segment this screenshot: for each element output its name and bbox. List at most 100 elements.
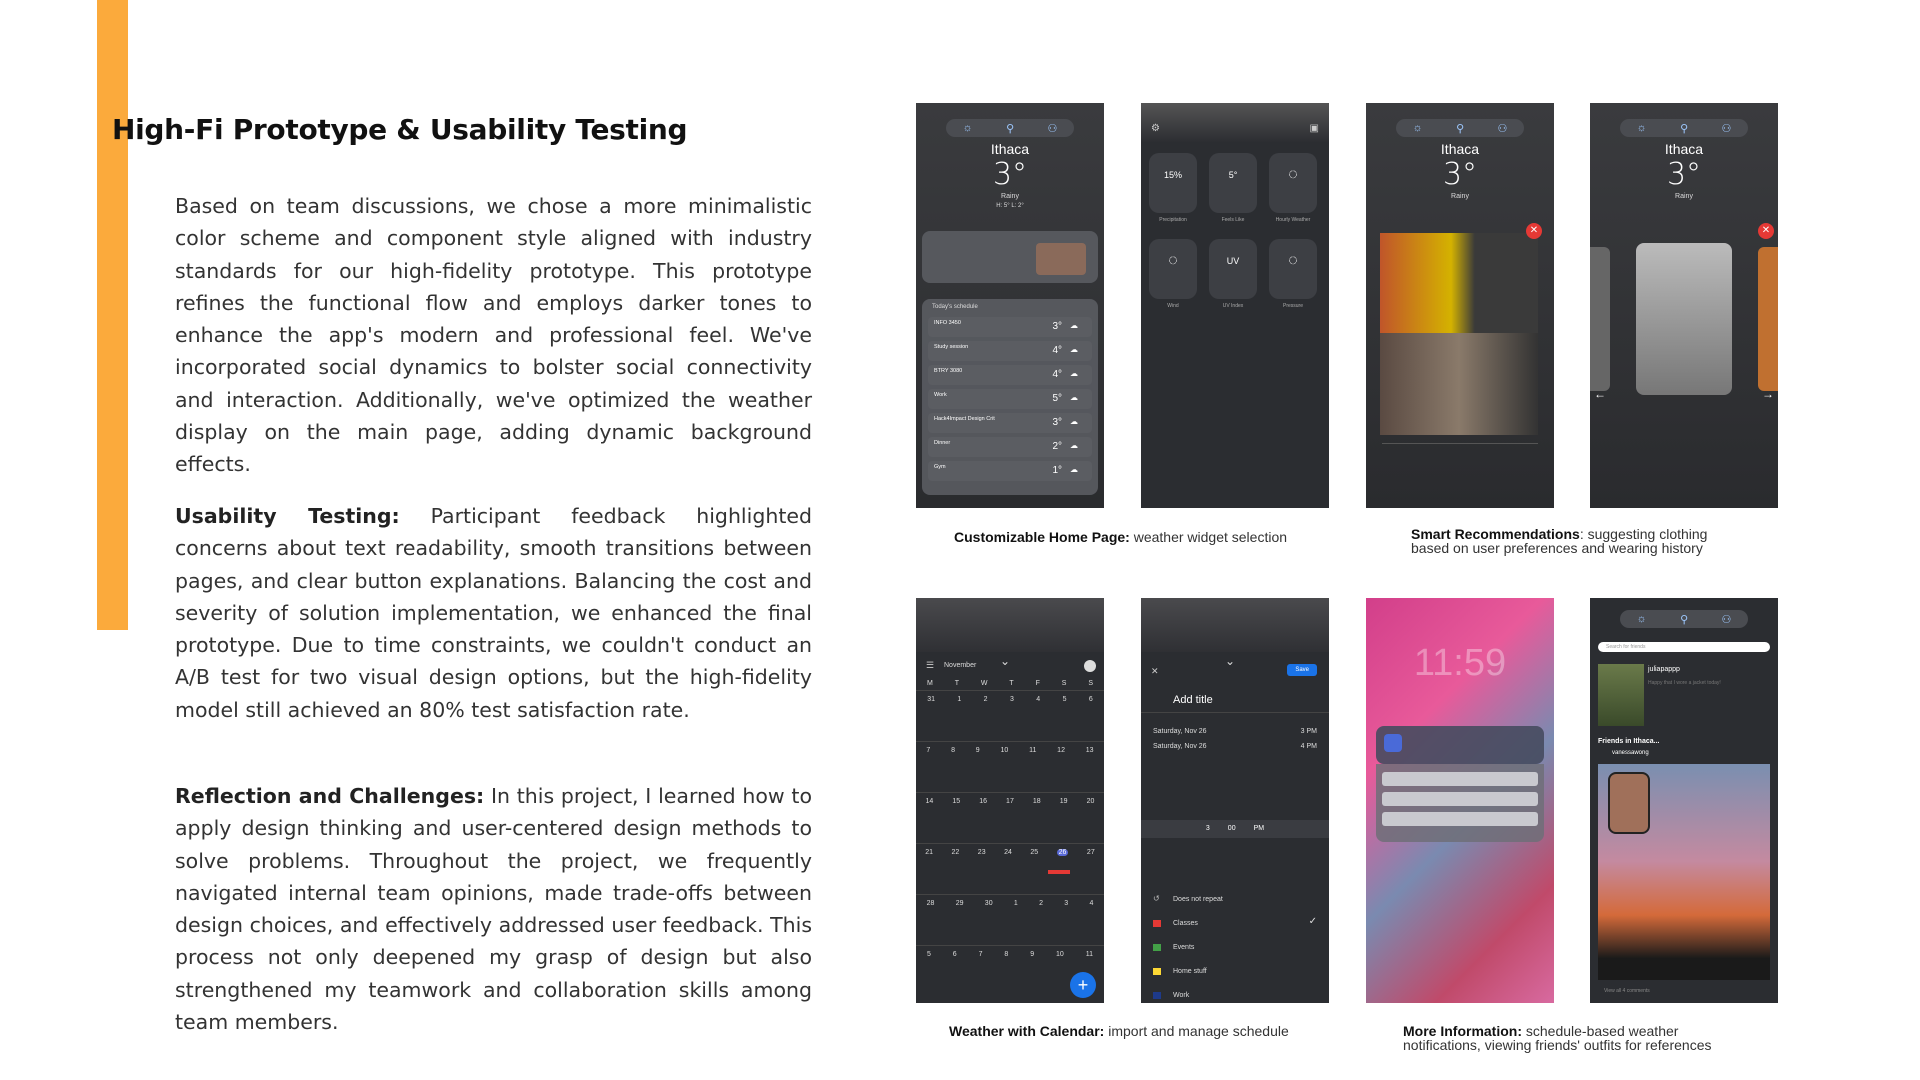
friend-post-photo[interactable]	[1598, 664, 1644, 726]
schedule-row[interactable]: Hack4Impact Design Crit 3° ☁	[928, 413, 1092, 433]
event-time[interactable]: 4 PM	[1301, 743, 1317, 750]
calendar-day[interactable]: 25	[1030, 849, 1038, 856]
calendar-day[interactable]: 19	[1060, 798, 1068, 805]
save-button[interactable]: Save	[1287, 664, 1317, 676]
chevron-down-icon[interactable]: ⌄	[1225, 654, 1235, 668]
widget-tile-label: Hourly Weather	[1275, 217, 1311, 223]
calendar-day[interactable]: 5	[1063, 696, 1067, 703]
calendar-day[interactable]: 11	[1086, 951, 1093, 958]
calendar-day[interactable]: 15	[952, 798, 960, 805]
friend-search-input[interactable]: Search for friends	[1598, 642, 1770, 652]
schedule-row[interactable]: Dinner 2° ☁	[928, 437, 1092, 457]
event-option[interactable]: Home stuff	[1173, 968, 1207, 975]
menu-icon[interactable]: ☰	[926, 660, 934, 671]
widget-tile[interactable]: UV	[1209, 239, 1257, 299]
calendar-day[interactable]: 21	[925, 849, 933, 856]
schedule-notification[interactable]	[1376, 764, 1544, 842]
arrow-right-icon[interactable]: →	[1762, 387, 1774, 401]
calendar-day[interactable]: 30	[985, 900, 993, 907]
event-option[interactable]: Work	[1173, 992, 1189, 999]
calendar-day[interactable]: 9	[1030, 951, 1034, 958]
avatar[interactable]	[1084, 660, 1096, 672]
calendar-day[interactable]: 5	[927, 951, 931, 958]
view-comments-link[interactable]: View all 4 comments	[1604, 988, 1650, 994]
calendar-day[interactable]: 6	[1089, 696, 1093, 703]
calendar-day[interactable]: 13	[1086, 747, 1094, 754]
calendar-day[interactable]: 24	[1004, 849, 1012, 856]
calendar-day[interactable]: 9	[976, 747, 980, 754]
widget-tile[interactable]: 5°	[1209, 153, 1257, 213]
schedule-row[interactable]: BTRY 3080 4° ☁	[928, 365, 1092, 385]
gear-icon[interactable]: ⚙	[1151, 123, 1160, 134]
close-icon[interactable]: ✕	[1151, 666, 1159, 677]
schedule-row[interactable]: Gym 1° ☁	[928, 461, 1092, 481]
event-time[interactable]: 3 PM	[1301, 728, 1317, 735]
event-option[interactable]: Events	[1173, 944, 1194, 951]
friend-username-2[interactable]: vanessawong	[1612, 750, 1649, 756]
calendar-day[interactable]: 8	[951, 747, 955, 754]
calendar-day[interactable]: 18	[1033, 798, 1041, 805]
calendar-day[interactable]: 20	[1087, 798, 1095, 805]
calendar-day[interactable]: 11	[1029, 747, 1036, 754]
calendar-day[interactable]: 31	[927, 696, 935, 703]
event-title-input[interactable]: Add title	[1173, 694, 1213, 706]
calendar-day[interactable]: 12	[1057, 747, 1065, 754]
calendar-day[interactable]: 4	[1089, 900, 1093, 907]
calendar-day[interactable]: 17	[1006, 798, 1014, 805]
calendar-day[interactable]: 16	[979, 798, 987, 805]
time-picker[interactable]: 3 00 PM	[1141, 820, 1329, 838]
chevron-down-icon[interactable]: ⌄	[1000, 654, 1010, 668]
calendar-day[interactable]: 10	[1056, 951, 1064, 958]
calendar-day[interactable]: 10	[1001, 747, 1009, 754]
friend-username[interactable]: juliapappp	[1648, 666, 1680, 673]
calendar-day[interactable]: 7	[926, 747, 930, 754]
temperature: 3°	[992, 157, 1028, 192]
schedule-row[interactable]: Work 5° ☁	[928, 389, 1092, 409]
calendar-day[interactable]: 26	[1056, 849, 1069, 856]
calendar-day[interactable]: 2	[984, 696, 988, 703]
widget-tile[interactable]: ◌	[1149, 239, 1197, 299]
weather-notification[interactable]	[1376, 726, 1544, 764]
calendar-day[interactable]: 1	[1014, 900, 1018, 907]
widget-tile[interactable]: ◌	[1269, 153, 1317, 213]
calendar-day[interactable]: 27	[1087, 849, 1095, 856]
schedule-row[interactable]: Study session 4° ☁	[928, 341, 1092, 361]
calendar-day[interactable]: 7	[979, 951, 983, 958]
event-date[interactable]: Saturday, Nov 26	[1153, 728, 1207, 735]
top-tab-pill: ☼ ⚲ ⚇	[946, 119, 1074, 137]
add-event-button[interactable]: +	[1070, 972, 1096, 998]
check-icon: ✓	[1308, 916, 1317, 927]
calendar-day[interactable]: 4	[1036, 696, 1040, 703]
event-date[interactable]: Saturday, Nov 26	[1153, 743, 1207, 750]
arrow-left-icon[interactable]: ←	[1594, 387, 1606, 401]
schedule-row[interactable]: INFO 3450 3° ☁	[928, 317, 1092, 337]
calendar-day[interactable]: 1	[957, 696, 961, 703]
prev-outfit-card[interactable]	[1590, 247, 1610, 391]
next-outfit-card[interactable]	[1758, 247, 1778, 391]
calendar-day[interactable]: 22	[952, 849, 960, 856]
condition: Rainy	[1451, 193, 1469, 200]
cloud-icon: ☁	[1070, 393, 1078, 402]
calendar-day[interactable]: 14	[926, 798, 934, 805]
calendar-day[interactable]: 8	[1004, 951, 1008, 958]
close-icon[interactable]: ✕	[1758, 223, 1774, 239]
calendar-day[interactable]: 3	[1064, 900, 1068, 907]
widget-tile[interactable]: 15%	[1149, 153, 1197, 213]
calendar-week-row: 31 1 2 3 4 5 6	[916, 696, 1104, 703]
calendar-day[interactable]: 28	[927, 900, 935, 907]
calendar-day[interactable]: 3	[1010, 696, 1014, 703]
widget-tile[interactable]: ◌	[1269, 239, 1317, 299]
condition: Rainy	[1675, 193, 1693, 200]
outfit-photo-bottom	[1380, 333, 1538, 435]
calendar-day[interactable]: 29	[956, 900, 964, 907]
save-icon[interactable]: ▣	[1310, 123, 1319, 134]
event-option[interactable]: Classes	[1173, 920, 1198, 927]
friend-photo[interactable]	[1598, 764, 1770, 980]
calendar-day[interactable]: 23	[978, 849, 986, 856]
calendar-day[interactable]: 2	[1039, 900, 1043, 907]
calendar-day[interactable]: 6	[953, 951, 957, 958]
city-name: Ithaca	[1440, 141, 1480, 157]
calendar-event-marker[interactable]	[1048, 870, 1070, 874]
close-icon[interactable]: ✕	[1526, 223, 1542, 239]
event-option[interactable]: Does not repeat	[1173, 896, 1223, 903]
